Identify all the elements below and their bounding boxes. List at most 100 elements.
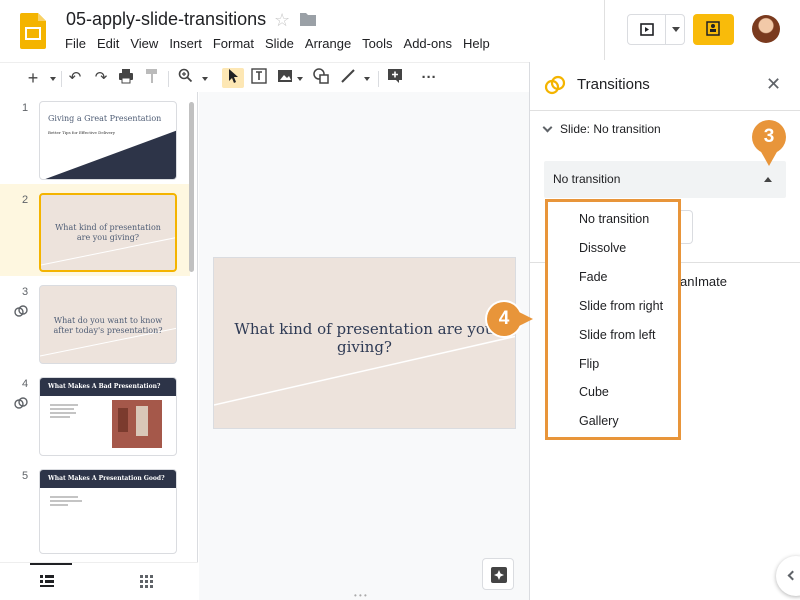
menu-tools[interactable]: Tools [362,36,392,51]
present-button-separator [665,15,666,44]
slide-thumbnail[interactable]: What Makes A Bad Presentation? [39,377,177,456]
filmstrip-view-toggle [0,562,198,600]
slide-filmstrip: 1 Giving a Great Presentation Better Tip… [0,92,198,600]
close-icon[interactable]: ✕ [766,74,781,95]
toolbar-divider [378,71,379,87]
header-divider [604,0,605,60]
slide-graphic [50,400,162,448]
more-options-icon[interactable]: ··· [420,68,438,88]
folder-icon[interactable] [300,12,316,26]
new-slide-caret-icon[interactable] [50,77,56,81]
chevron-down-icon[interactable] [672,27,680,32]
toolbar-divider [168,71,169,87]
menu-file[interactable]: File [65,36,86,51]
slide-thumbnail[interactable]: What kind of presentation are you giving… [39,193,177,272]
filmstrip-slide-3[interactable]: 3 What do you want to know after today's… [0,276,190,368]
slide-canvas-area: What kind of presentation are you giving… [199,92,529,600]
print-icon[interactable] [118,68,134,88]
toolbar-divider [61,71,62,87]
document-title[interactable]: 05-apply-slide-transitions [66,9,266,30]
transition-option-fade[interactable]: Fade [548,263,678,292]
slide-number: 3 [22,286,29,298]
slides-logo-icon[interactable] [20,13,46,49]
share-button[interactable] [693,14,734,45]
menu-help[interactable]: Help [463,36,490,51]
present-button[interactable] [627,14,685,45]
filmstrip-slide-5[interactable]: 5 What Makes A Presentation Good? [0,460,190,554]
expand-panel-button[interactable] [776,556,800,596]
transition-icon [14,305,28,317]
filmstrip-slide-1[interactable]: 1 Giving a Great Presentation Better Tip… [0,92,190,184]
line-caret-icon[interactable] [364,77,370,81]
animation-section-label: anImate [680,274,727,289]
active-view-indicator [30,563,72,565]
slide-thumbnail[interactable]: What Makes A Presentation Good? [39,469,177,554]
transitions-icon [544,75,566,95]
filmstrip-slide-2[interactable]: 2 What kind of presentation are you givi… [0,184,190,276]
menu-edit[interactable]: Edit [97,36,119,51]
menu-format[interactable]: Format [213,36,254,51]
filmstrip-scrollbar[interactable] [189,102,194,272]
editor-toolbar: + ↶ ↷ ··· [0,62,530,92]
menu-slide[interactable]: Slide [265,36,294,51]
app-header: 05-apply-slide-transitions ☆ File Edit V… [0,0,800,62]
current-slide[interactable]: What kind of presentation are you giving… [213,257,516,429]
slide-transition-section[interactable]: Slide: No transition [542,122,661,136]
share-icon [706,21,720,36]
thumbnail-title: What do you want to know after today's p… [53,316,163,335]
line-icon[interactable] [339,68,357,88]
transition-select-value: No transition [553,172,621,186]
menu-view[interactable]: View [130,36,158,51]
slide-graphic [50,496,82,506]
transition-option-slide-from-left[interactable]: Slide from left [548,321,678,350]
grid-view-icon[interactable] [140,575,153,588]
transition-option-no-transition[interactable]: No transition [548,205,678,234]
chevron-left-icon [787,570,798,581]
new-slide-icon[interactable]: + [26,68,40,88]
step-4-arrow [515,310,533,328]
transition-option-gallery[interactable]: Gallery [548,407,678,436]
select-cursor-icon[interactable] [222,68,244,88]
zoom-icon[interactable] [177,68,193,88]
avatar[interactable] [752,15,780,43]
chevron-down-icon [542,122,553,133]
paint-format-icon[interactable] [144,68,160,88]
redo-icon[interactable]: ↷ [93,68,109,88]
panel-divider [530,110,800,111]
thumbnail-title: What kind of presentation are you giving… [55,223,161,242]
menu-arrange[interactable]: Arrange [305,36,351,51]
slide-thumbnail[interactable]: What do you want to know after today's p… [39,285,177,364]
star-icon[interactable]: ☆ [274,10,290,31]
menu-insert[interactable]: Insert [169,36,202,51]
present-icon [640,23,654,36]
slide-thumbnail[interactable]: Giving a Great Presentation Better Tips … [39,101,177,180]
slide-title-text[interactable]: What kind of presentation are you giving… [214,320,515,356]
menu-bar: File Edit View Insert Format Slide Arran… [65,36,501,51]
step-3-callout: 3 [752,120,786,154]
slide-number: 1 [22,102,29,114]
chevron-up-icon [764,177,772,182]
undo-icon[interactable]: ↶ [67,68,83,88]
filmstrip-view-icon[interactable] [40,575,54,587]
add-comment-icon[interactable] [386,68,404,88]
step-3-arrow [760,150,778,166]
shape-icon[interactable] [312,68,330,88]
speaker-notes-handle[interactable]: • • • [354,591,367,600]
transition-option-dissolve[interactable]: Dissolve [548,234,678,263]
menu-addons[interactable]: Add-ons [404,36,452,51]
filmstrip-slide-4[interactable]: 4 What Makes A Bad Presentation? [0,368,190,460]
image-icon[interactable] [276,68,294,88]
transition-option-slide-from-right[interactable]: Slide from right [548,292,678,321]
slide-number: 2 [22,194,29,206]
explore-icon [491,567,507,583]
slide-graphic [45,130,176,179]
image-caret-icon[interactable] [297,77,303,81]
transition-option-cube[interactable]: Cube [548,378,678,407]
transition-option-flip[interactable]: Flip [548,350,678,379]
explore-button[interactable] [482,558,514,590]
transition-type-dropdown: No transition Dissolve Fade Slide from r… [545,199,681,440]
zoom-caret-icon[interactable] [202,77,208,81]
transition-type-select[interactable]: No transition [544,161,786,198]
transition-icon [14,397,28,409]
text-box-icon[interactable] [250,68,268,88]
